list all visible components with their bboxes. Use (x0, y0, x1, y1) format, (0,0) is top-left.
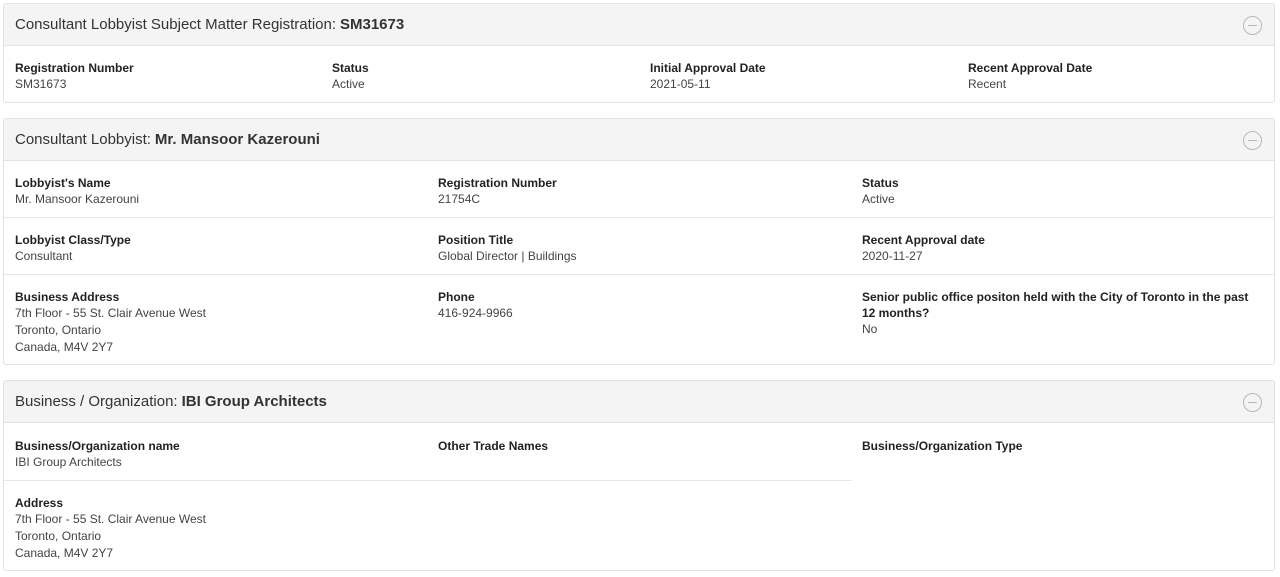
field-value: 2020-11-27 (862, 249, 923, 263)
field-label: Recent Approval date (862, 233, 985, 247)
field-label: Business/Organization name (15, 439, 180, 453)
subject-matter-registration-panel: Consultant Lobbyist Subject Matter Regis… (3, 3, 1275, 103)
address-field: Address 7th Floor - 55 St. Clair Avenue … (15, 481, 206, 562)
field-value: 21754C (438, 192, 481, 206)
field-value: Recent (968, 77, 1007, 91)
address-line: Toronto, Ontario (15, 529, 102, 543)
address-line: Canada, M4V 2Y7 (15, 340, 114, 354)
field-value: Mr. Mansoor Kazerouni (15, 192, 140, 206)
other-trade-names-field: Other Trade Names (438, 424, 548, 454)
position-title-field: Position Title Global Director | Buildin… (438, 218, 577, 265)
lobbyist-class-type-field: Lobbyist Class/Type Consultant (15, 218, 131, 265)
field-value: No (862, 322, 878, 336)
panel-title: Consultant Lobbyist Subject Matter Regis… (15, 16, 336, 33)
field-label: Registration Number (438, 176, 557, 190)
field-row: Business Address 7th Floor - 55 St. Clai… (4, 275, 1274, 364)
field-row: Registration Number SM31673 Status Activ… (4, 46, 1274, 102)
address-line: 7th Floor - 55 St. Clair Avenue West (15, 512, 206, 526)
field-label: Lobbyist's Name (15, 176, 111, 190)
recent-approval-date-field: Recent Approval date 2020-11-27 (862, 218, 985, 265)
field-label: Other Trade Names (438, 439, 549, 453)
senior-office-field: Senior public office positon held with t… (862, 275, 1262, 338)
organization-type-field: Business/Organization Type (862, 424, 1022, 454)
panel-header: Consultant Lobbyist Subject Matter Regis… (4, 4, 1274, 46)
field-label: Lobbyist Class/Type (15, 233, 131, 247)
field-value: Active (332, 77, 365, 91)
field-label: Business/Organization Type (862, 439, 1023, 453)
registration-number-field: Registration Number SM31673 (15, 46, 134, 93)
consultant-lobbyist-panel: Consultant Lobbyist: Mr. Mansoor Kazerou… (3, 118, 1275, 365)
field-row: Lobbyist Class/Type Consultant Position … (4, 218, 1274, 275)
panel-title: Consultant Lobbyist: (15, 131, 151, 148)
field-value: IBI Group Architects (15, 455, 122, 469)
lobbyist-name-field: Lobbyist's Name Mr. Mansoor Kazerouni (15, 161, 139, 208)
field-row: Business/Organization name IBI Group Arc… (4, 424, 852, 481)
field-label: Status (862, 176, 899, 190)
phone-field: Phone 416-924-9966 (438, 275, 513, 322)
field-label: Position Title (438, 233, 514, 247)
field-label: Phone (438, 290, 475, 304)
recent-approval-date-field: Recent Approval Date Recent (968, 46, 1092, 93)
address-line: Canada, M4V 2Y7 (15, 546, 114, 560)
initial-approval-date-field: Initial Approval Date 2021-05-11 (650, 46, 766, 93)
address-line: 7th Floor - 55 St. Clair Avenue West (15, 306, 206, 320)
business-organization-panel: Business / Organization: IBI Group Archi… (3, 380, 1275, 571)
address-line: Toronto, Ontario (15, 323, 102, 337)
field-row: Lobbyist's Name Mr. Mansoor Kazerouni Re… (4, 161, 1274, 218)
field-value: Global Director | Buildings (438, 249, 577, 263)
panel-header: Consultant Lobbyist: Mr. Mansoor Kazerou… (4, 119, 1274, 161)
collapse-minus-icon[interactable] (1243, 16, 1262, 35)
status-field: Status Active (332, 46, 369, 93)
field-label: Initial Approval Date (650, 61, 766, 75)
field-value: 2021-05-11 (650, 77, 711, 91)
field-value: 416-924-9966 (438, 306, 513, 320)
field-label: Recent Approval Date (968, 61, 1093, 75)
field-row: Address 7th Floor - 55 St. Clair Avenue … (4, 481, 1274, 570)
field-label: Business Address (15, 290, 120, 304)
organization-name-field: Business/Organization name IBI Group Arc… (15, 424, 180, 471)
field-value: Active (862, 192, 895, 206)
panel-header: Business / Organization: IBI Group Archi… (4, 381, 1274, 423)
collapse-minus-icon[interactable] (1243, 131, 1262, 150)
business-address-field: Business Address 7th Floor - 55 St. Clai… (15, 275, 206, 356)
panel-title-org: IBI Group Architects (181, 393, 327, 410)
panel-title-id: SM31673 (340, 16, 405, 33)
field-label: Address (15, 496, 64, 510)
field-value: Consultant (15, 249, 73, 263)
field-label: Status (332, 61, 369, 75)
status-field: Status Active (862, 161, 899, 208)
field-label: Registration Number (15, 61, 134, 75)
field-value: SM31673 (15, 77, 67, 91)
collapse-minus-icon[interactable] (1243, 393, 1262, 412)
field-label: Senior public office positon held with t… (862, 290, 1249, 320)
panel-title: Business / Organization: (15, 393, 178, 410)
registration-number-field: Registration Number 21754C (438, 161, 557, 208)
panel-title-name: Mr. Mansoor Kazerouni (154, 131, 320, 148)
